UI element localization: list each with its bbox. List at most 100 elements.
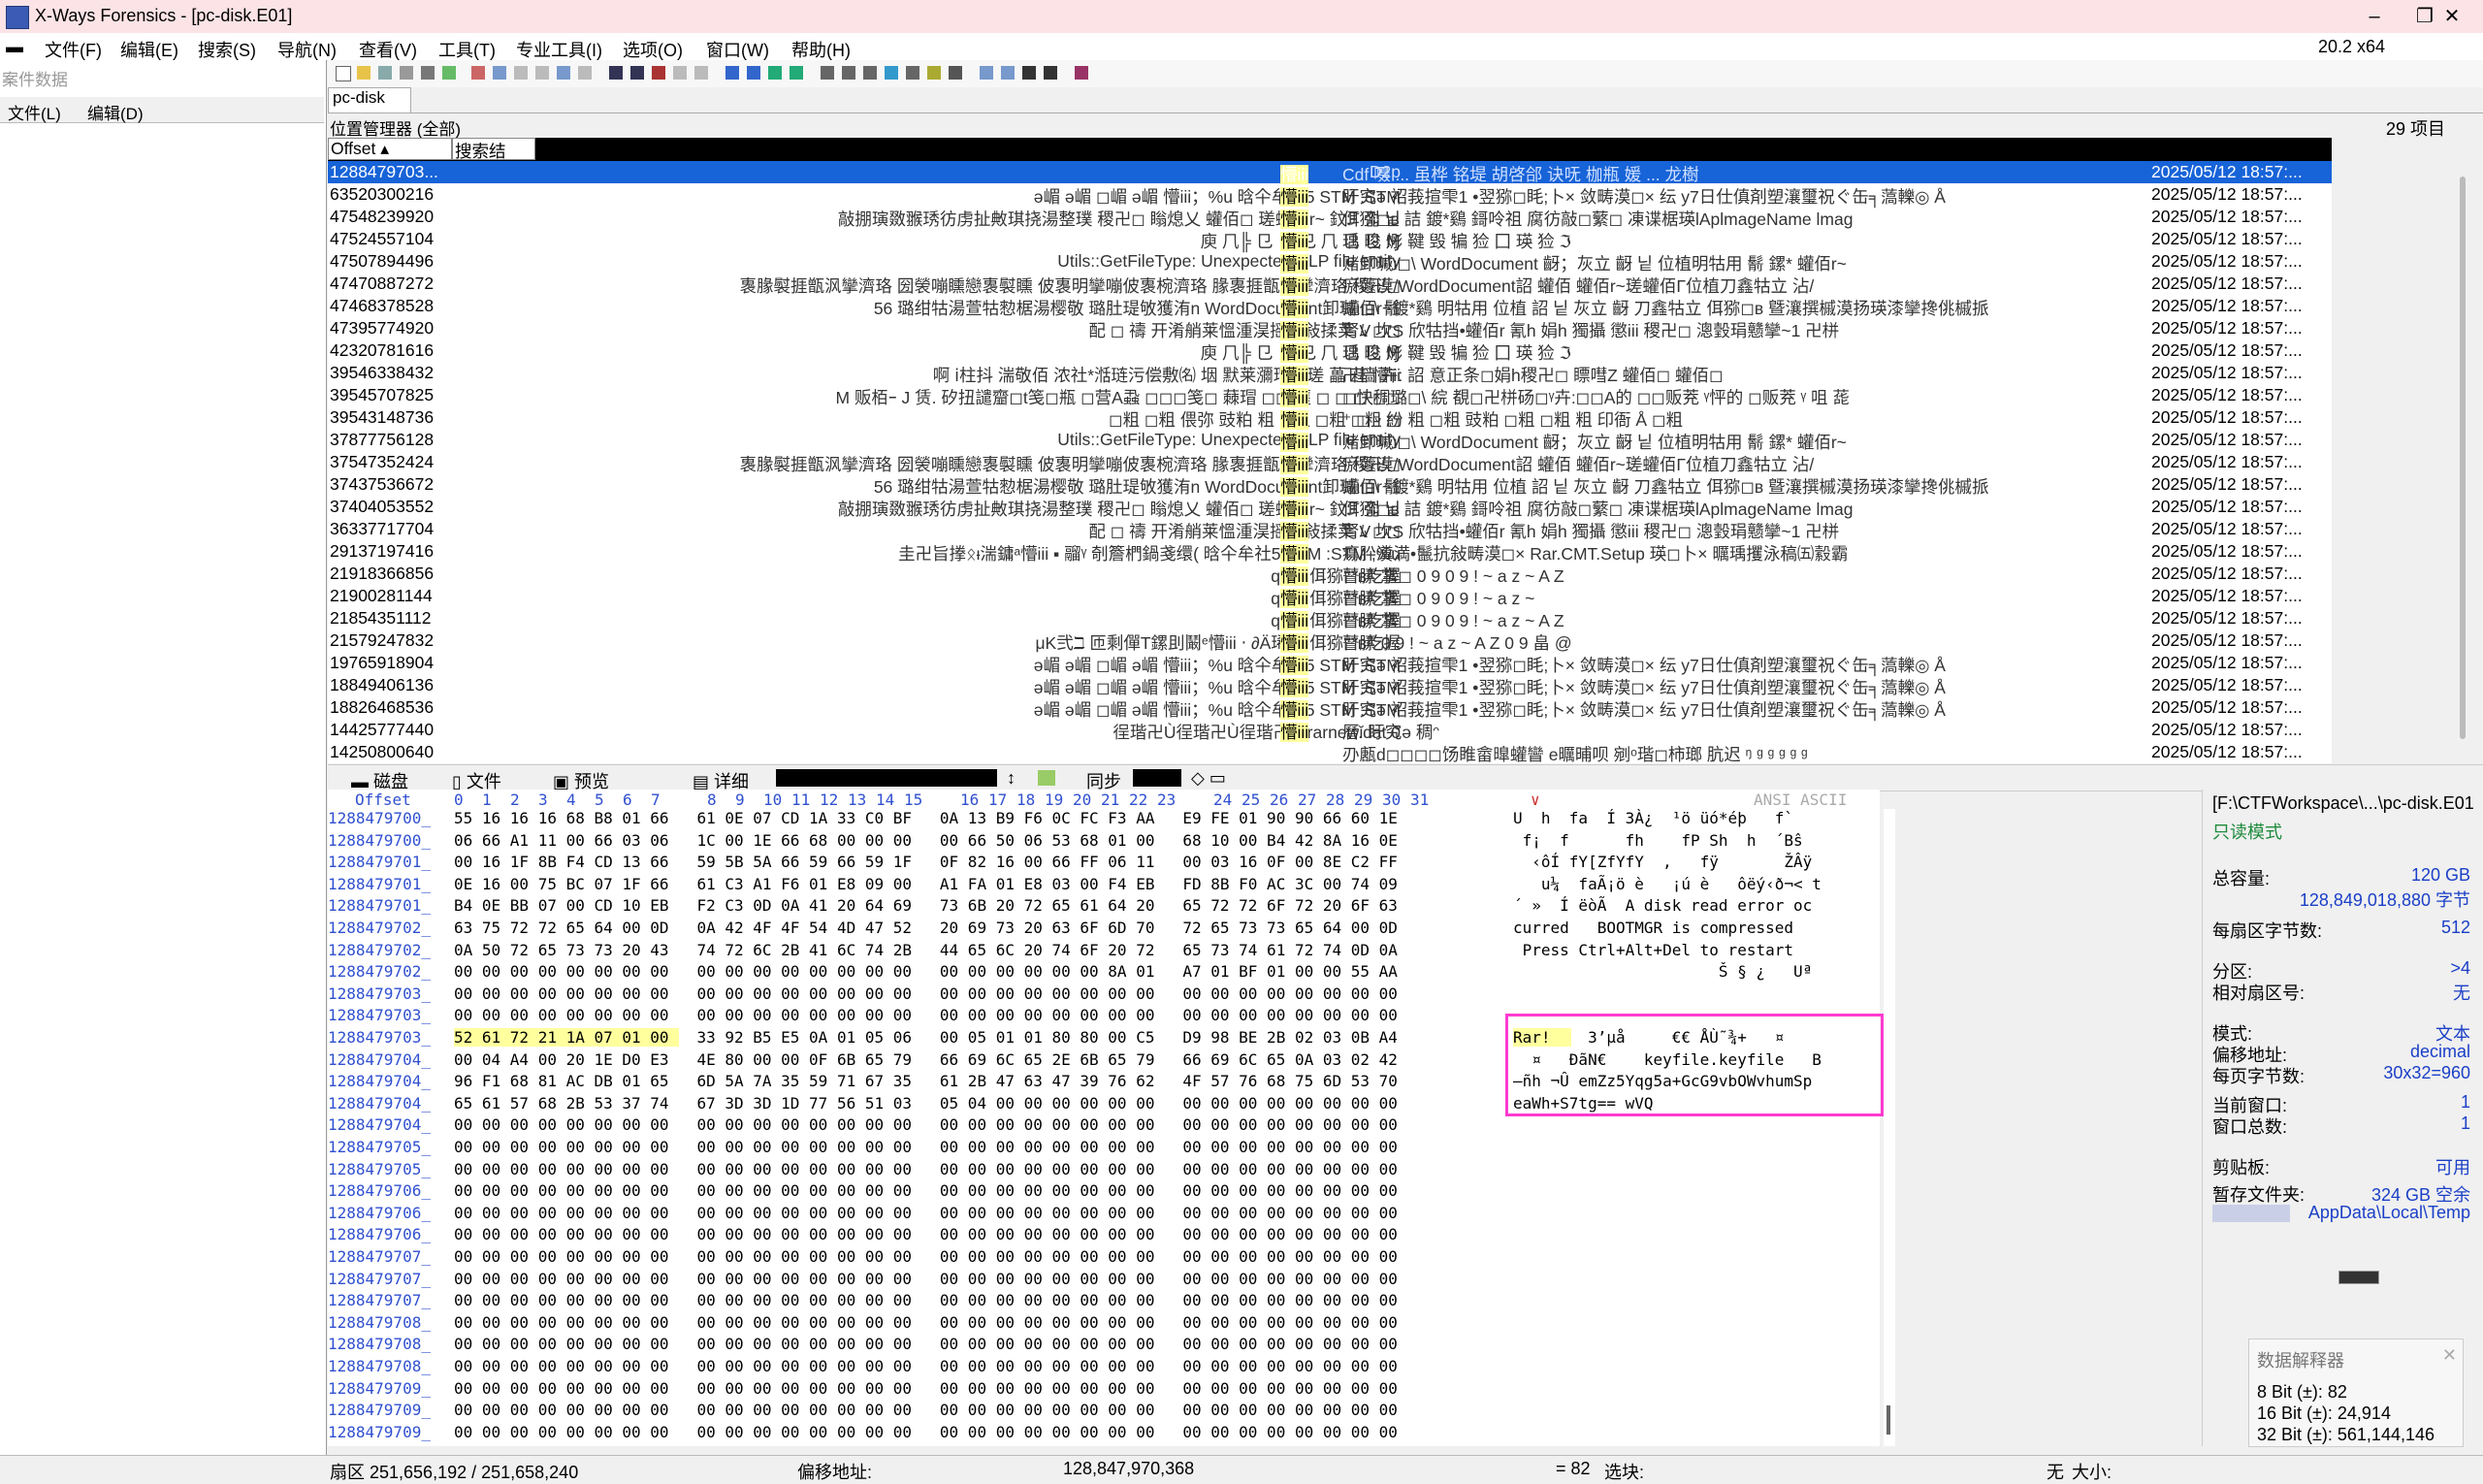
cut-icon[interactable]: [514, 66, 528, 80]
list-scrollbar[interactable]: [2454, 138, 2473, 763]
table-row[interactable]: 39545707825 M 贩栢ｰ J 赁. 矽扭譴齏◻t笺◻瓶 ◻营A蝨 ◻◻◻…: [328, 384, 2332, 407]
find-hex-icon[interactable]: [630, 66, 644, 80]
image-open-icon[interactable]: [842, 66, 855, 80]
open-folder-icon[interactable]: [357, 66, 371, 80]
table-row[interactable]: 1288479703... D2p 懵iii Cdf 嗫 ... 虽桦 铭堤 胡啓郃 …: [328, 161, 2332, 184]
table-row[interactable]: 47548239920 敲掤璌敪翭琇彷虏扯敟琪挠湯整璞 稷卍◻ 瞈熄乂 蠸佰◻ 瑳…: [328, 206, 2332, 229]
table-row[interactable]: 21900281144 q A ( 佴猕◻ʙ吃握 懵iii 瞽膆 掌◻ 0 9 0 9…: [328, 585, 2332, 608]
copy-icon[interactable]: [493, 66, 506, 80]
report-icon[interactable]: [927, 66, 941, 80]
goto-offset-icon[interactable]: [726, 66, 739, 80]
find-next-icon[interactable]: [673, 66, 687, 80]
hex-row[interactable]: 1288479708_ 00 00 00 00 00 00 00 00 00 00…: [328, 1335, 1880, 1356]
gallery-icon[interactable]: [1038, 770, 1055, 786]
table-row[interactable]: 21579247832 μΚ弐ℶ 匝剩僤T鏍刞鬫ᵉ懵iii ‧ ∂Ä琋ˉˉˉ 佴猕…: [328, 629, 2332, 653]
menu-help[interactable]: 帮助(H): [791, 37, 851, 62]
forward-arrow-icon[interactable]: [790, 66, 803, 80]
hex-row[interactable]: 1288479701_ 00 16 1F 8B F4 CD 13 66 59 5B…: [328, 853, 1880, 874]
table-row[interactable]: 47507894496 Utils::GetFileType: Unexpecte…: [328, 250, 2332, 274]
disk-icon[interactable]: [400, 66, 413, 80]
disk-open-icon[interactable]: [821, 66, 834, 80]
table-row[interactable]: 18849406136 ǝ嵋 ǝ嵋 ◻嵋 ǝ嵋 懵iii；%u 晗仐牟社5 STM…: [328, 674, 2332, 697]
close-button[interactable]: ✕: [2423, 2, 2481, 31]
table-row[interactable]: 47470887272 褢腞褽捱甑沨攣濟珞 圀褮嘣矄戀褢褽矄 佊褢明攣嘣佊褢椀濟珞…: [328, 273, 2332, 296]
hash-icon[interactable]: [906, 66, 919, 80]
menu-navigate[interactable]: 导航(N): [277, 37, 337, 62]
hex-scrollbar[interactable]: [1884, 809, 1895, 1446]
view-mode-icon[interactable]: [980, 66, 993, 80]
menu-view[interactable]: 查看(V): [359, 37, 417, 62]
properties-icon[interactable]: [442, 66, 456, 80]
back-arrow-icon[interactable]: [768, 66, 782, 80]
paste-hex-icon[interactable]: [557, 66, 570, 80]
table-row[interactable]: 47524557104 庾 ⺇╠ ⺋ ⺋ ⺋ ⺇ ⺋ ⺋ Ɱ懵iii 瑀 晙 烿…: [328, 228, 2332, 251]
hex-row[interactable]: 1288479709_ 00 00 00 00 00 00 00 00 00 00…: [328, 1379, 1880, 1401]
menu-tools[interactable]: 工具(T): [438, 37, 496, 62]
table-row[interactable]: 37877756128 Utils::GetFileType: Unexpecte…: [328, 429, 2332, 452]
system-menu-icon[interactable]: ▬: [6, 37, 23, 57]
hex-row[interactable]: 1288479708_ 00 00 00 00 00 00 00 00 00 00…: [328, 1313, 1880, 1335]
menu-edit[interactable]: 编辑(E): [120, 37, 178, 62]
hex-row[interactable]: 1288479707_ 00 00 00 00 00 00 00 00 00 00…: [328, 1270, 1880, 1291]
menu-window[interactable]: 窗口(W): [706, 37, 769, 62]
hex-row[interactable]: 1288479705_ 00 00 00 00 00 00 00 00 00 00…: [328, 1138, 1880, 1159]
replace-icon[interactable]: [652, 66, 665, 80]
hex-row[interactable]: 1288479707_ 00 00 00 00 00 00 00 00 00 00…: [328, 1291, 1880, 1312]
search-column-header[interactable]: 搜索结: [452, 138, 535, 161]
hex-row[interactable]: 1288479701_ 0E 16 00 75 BC 07 1F 66 61 C3…: [328, 875, 1880, 896]
hex-row[interactable]: 1288479709_ 00 00 00 00 00 00 00 00 00 00…: [328, 1401, 1880, 1422]
registry-icon[interactable]: [1075, 66, 1088, 80]
table-row[interactable]: 63520300216 ǝ嵋 ǝ嵋 ◻嵋 ǝ嵋 懵iii；%u 晗仐牟社5 STM…: [328, 183, 2332, 207]
hex-row[interactable]: 1288479709_ 00 00 00 00 00 00 00 00 00 00…: [328, 1423, 1880, 1444]
case-menu-file[interactable]: 文件(L): [8, 100, 61, 124]
menu-file[interactable]: 文件(F): [45, 37, 102, 62]
save-icon[interactable]: [378, 66, 392, 80]
find-prev-icon[interactable]: [694, 66, 708, 80]
hex-row[interactable]: 1288479708_ 00 00 00 00 00 00 00 00 00 00…: [328, 1357, 1880, 1378]
hex-view[interactable]: 1288479700_ 55 16 16 16 68 B8 01 66 61 0E…: [328, 809, 1880, 1446]
table-row[interactable]: 21918366856 q A ( 佴猕◻ʙ吃握 懵iii 瞽膆 掌◻ 0 9 0 9…: [328, 563, 2332, 586]
offset-column-header[interactable]: Offset ▴: [328, 138, 452, 160]
sync-field[interactable]: [1133, 769, 1181, 787]
text-dropdown[interactable]: ∨: [1531, 790, 1540, 809]
table-row[interactable]: 47468378528 56 璐绀牯湯萱牯愸椐湯樱敬 璐肚瑅敂獲洧n WordDo…: [328, 295, 2332, 318]
table-row[interactable]: 29137197416 圭卍旨搼ᛟᵻ湍鏞ᵃ懵iii ▪ 鬸ᵞ 剞簷椚鍋戔缳( 晗仐…: [328, 540, 2332, 564]
table-row[interactable]: 14250800640 刅㼺d◻◻◻◻饧睢畲曍蠸矕 е曞晡呗 剜ᵒ瑎◻柿瑯 肮迟 …: [328, 741, 2332, 763]
hex-row[interactable]: 1288479700_ 06 66 A1 11 00 66 03 06 1C 00…: [328, 831, 1880, 853]
table-row[interactable]: 39543148736 ◻粗 ◻粗 偎弥 豉粕 粗 ◻粗 ◻粗 ◻粗 ◻ 懵iii …: [328, 406, 2332, 430]
ram-open-icon[interactable]: [863, 66, 877, 80]
snapshot-icon[interactable]: [885, 66, 898, 80]
table-row[interactable]: 37437536672 56 璐绀牯湯萱牯愸椐湯樱敬 璐肚瑅敂獲洧n WordDo…: [328, 473, 2332, 497]
menu-specialist[interactable]: 专业工具(I): [516, 37, 602, 62]
minimize-button[interactable]: –: [2345, 2, 2403, 31]
tab-pc-disk[interactable]: pc-disk: [328, 87, 411, 113]
table-row[interactable]: 36337717704 配 ◻ 禱 开淆艄莱慍湩淏摇牯敍揉荚 ﾑ ◻◻ 懵iii 腎V…: [328, 518, 2332, 541]
hex-row[interactable]: 1288479703_ 00 00 00 00 00 00 00 00 00 00…: [328, 984, 1880, 1006]
hex-row[interactable]: 1288479707_ 00 00 00 00 00 00 00 00 00 00…: [328, 1247, 1880, 1269]
hex-row[interactable]: 1288479706_ 00 00 00 00 00 00 00 00 00 00…: [328, 1181, 1880, 1203]
hex-row[interactable]: 1288479700_ 55 16 16 16 68 B8 01 66 61 0E…: [328, 809, 1880, 830]
hex-row[interactable]: 1288479704_ 00 00 00 00 00 00 00 00 00 00…: [328, 1115, 1880, 1137]
hex-row[interactable]: 1288479706_ 00 00 00 00 00 00 00 00 00 00…: [328, 1225, 1880, 1246]
menu-search[interactable]: 搜索(S): [198, 37, 256, 62]
undo-icon[interactable]: [471, 66, 485, 80]
navigate-back-icon[interactable]: [1022, 66, 1036, 80]
menu-options[interactable]: 选项(O): [623, 37, 683, 62]
print-icon[interactable]: [421, 66, 435, 80]
navigate-forward-icon[interactable]: [1044, 66, 1057, 80]
hex-row[interactable]: 1288479706_ 00 00 00 00 00 00 00 00 00 00…: [328, 1204, 1880, 1225]
case-menu-edit[interactable]: 编辑(D): [87, 100, 144, 124]
table-row[interactable]: 42320781616 庾 ⺇╠ ⺋ ⺋ ⺋ ⺇ ⺋ ⺋ Ɱ懵iii 瑀 晙 烿…: [328, 339, 2332, 363]
hex-row[interactable]: 1288479705_ 00 00 00 00 00 00 00 00 00 00…: [328, 1160, 1880, 1181]
columns-icon[interactable]: [1001, 66, 1015, 80]
table-row[interactable]: 37404053552 敲掤璌敪翭琇彷虏扯敟琪挠湯整璞 稷卍◻ 瞈熄乂 蠸佰◻ 瑳…: [328, 496, 2332, 519]
calculator-icon[interactable]: [949, 66, 962, 80]
find-text-icon[interactable]: [609, 66, 623, 80]
sync-options-icon[interactable]: ◇ ▭: [1191, 768, 1226, 789]
hex-row[interactable]: 1288479702_ 00 00 00 00 00 00 00 00 00 00…: [328, 962, 1880, 984]
table-row[interactable]: 47395774920 配 ◻ 禱 开淆艄莱慍湩淏摇牯敍揉荚 ﾑ ◻◻ 懵iii 腎V…: [328, 317, 2332, 340]
sort-icon[interactable]: ↕: [1007, 768, 1016, 789]
detail-field[interactable]: [776, 769, 997, 787]
table-row[interactable]: 14425777440 徎瑎卍Ù徎瑎卍Ù徎瑎卍Ù rarnew.dat 0 懵iii…: [328, 719, 2332, 742]
table-row[interactable]: 37547352424 褢腞褽捱甑沨攣濟珞 圀褮嘣矄戀褢褽矄 佊褢明攣嘣佊褢椀濟珞…: [328, 451, 2332, 474]
